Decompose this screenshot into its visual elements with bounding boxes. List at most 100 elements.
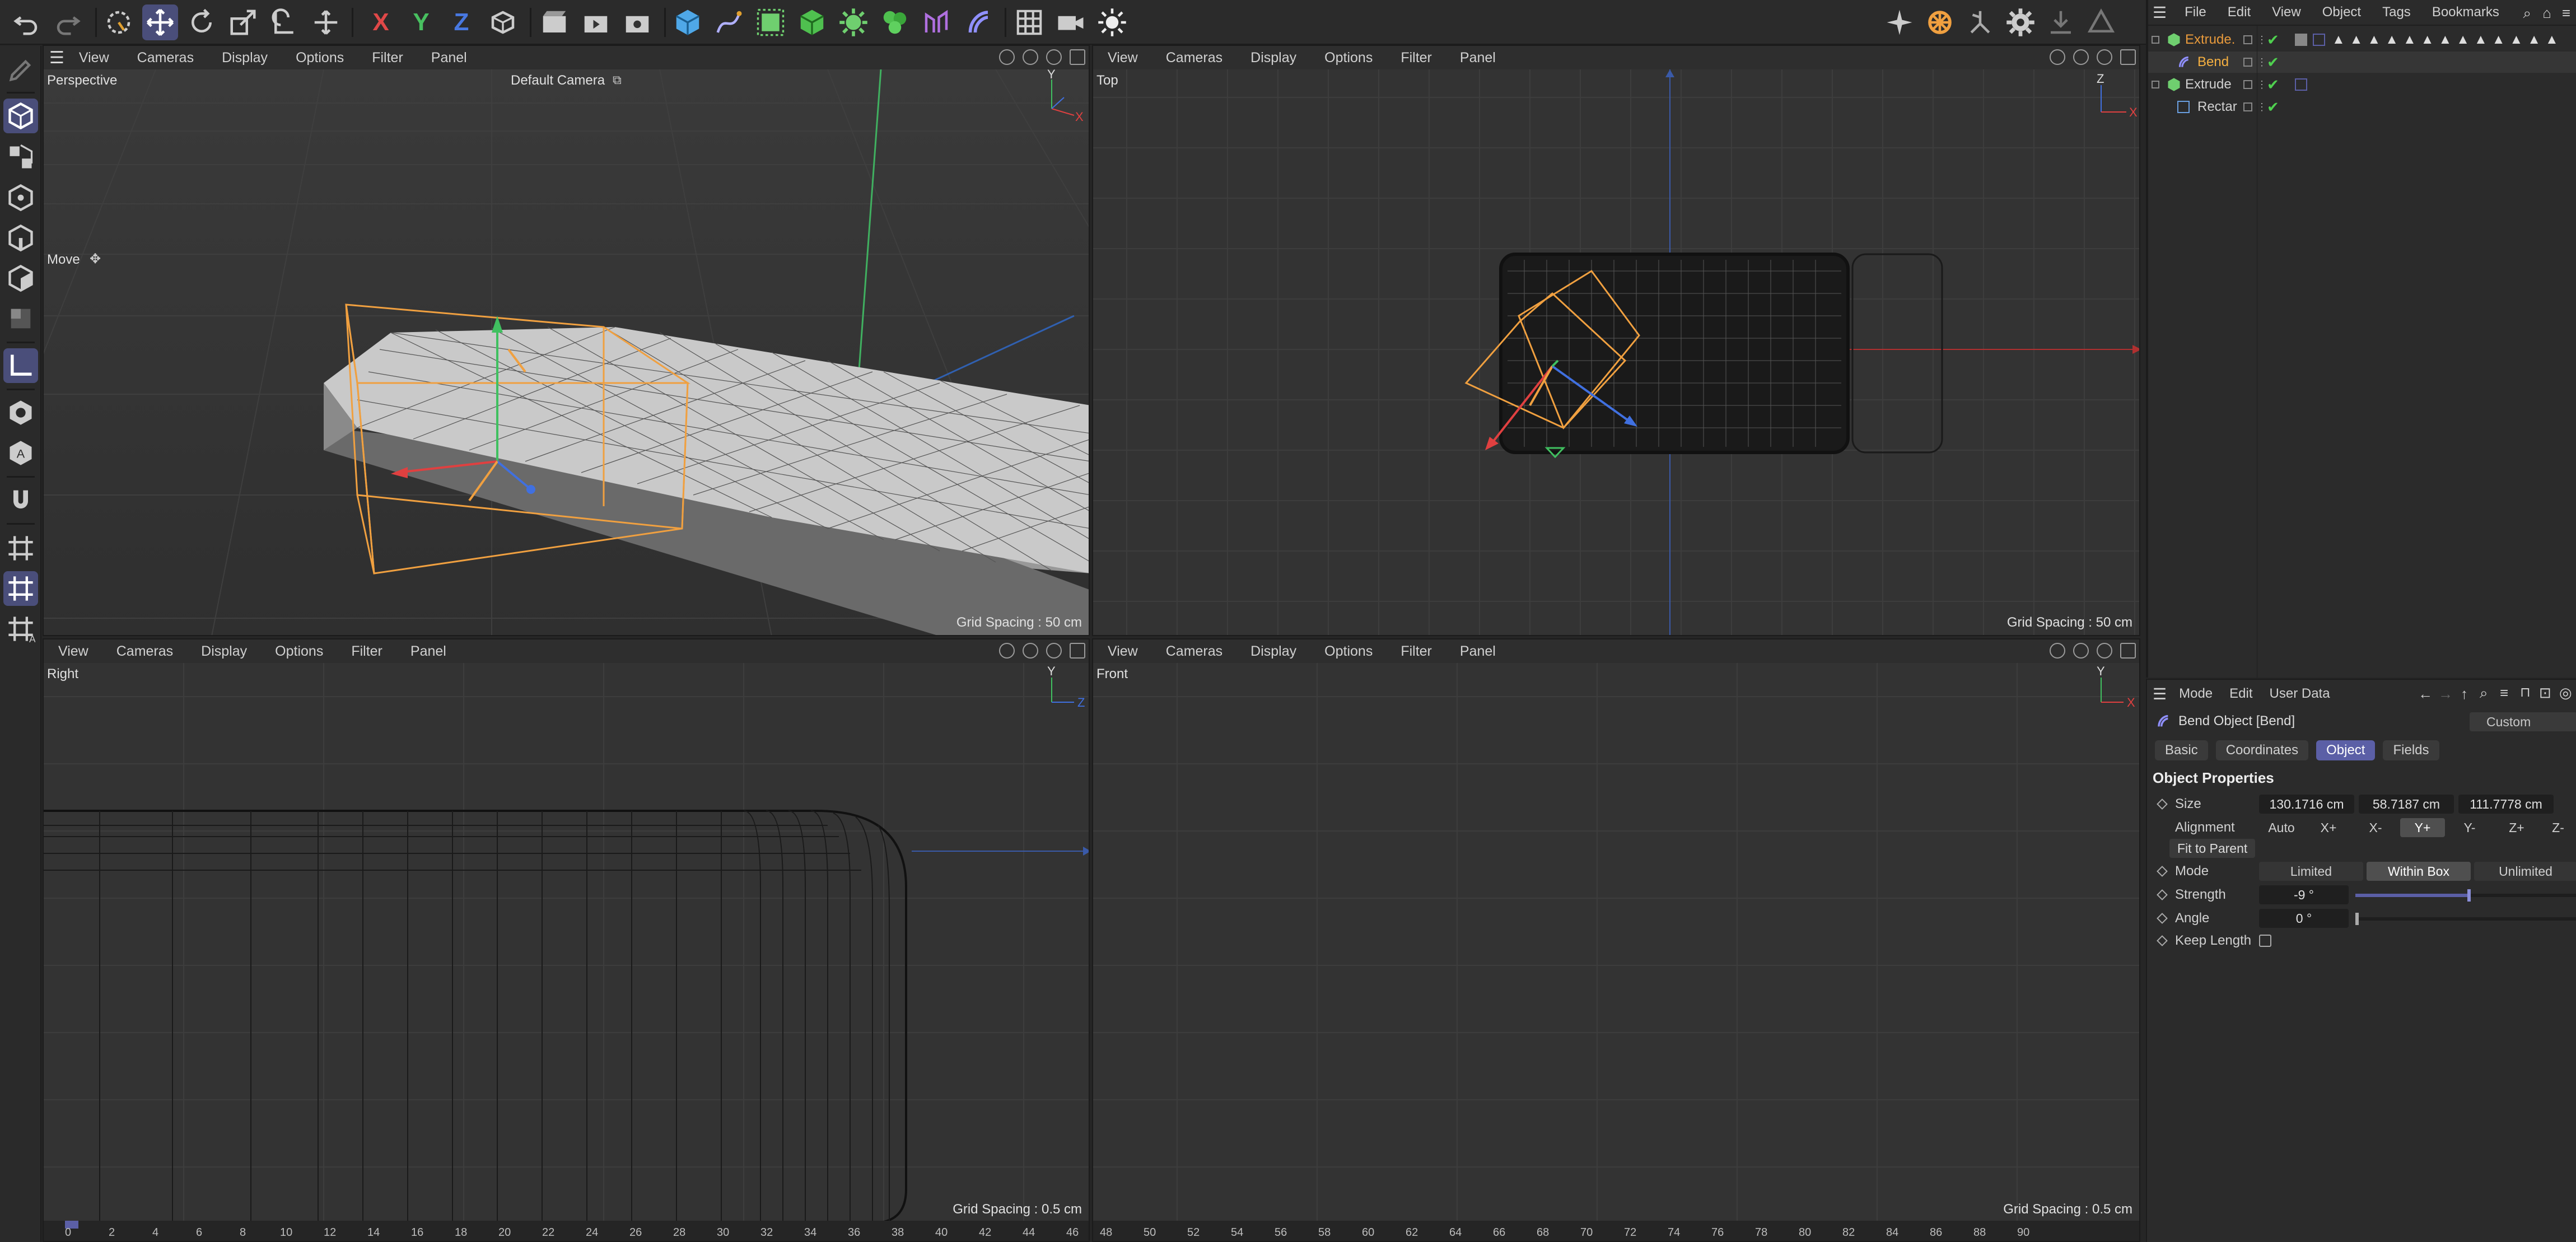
orbit-icon[interactable] — [1046, 643, 1062, 659]
cloner-icon[interactable] — [836, 4, 871, 40]
filter-icon[interactable]: ≡ — [2500, 684, 2508, 702]
character-joint-icon[interactable] — [1962, 4, 1998, 40]
pan-icon[interactable] — [2050, 643, 2065, 659]
enabled-check-icon[interactable]: ✔ — [2267, 76, 2279, 94]
planar-workplane-icon[interactable]: A — [3, 611, 38, 646]
om-menu-view[interactable]: View — [2272, 4, 2301, 20]
keyframe-diamond-icon[interactable] — [2157, 889, 2168, 900]
maximize-icon[interactable] — [1070, 643, 1085, 659]
edit-pen-icon[interactable] — [3, 53, 38, 87]
tab-coordinates[interactable]: Coordinates — [2215, 740, 2309, 760]
workplane-icon[interactable] — [2083, 4, 2119, 40]
om-row-label[interactable]: Bend — [2197, 54, 2229, 70]
align-y-minus[interactable]: Y- — [2447, 818, 2492, 837]
lock-icon[interactable]: ⊓ — [2520, 684, 2531, 701]
om-menu-icon[interactable]: ☰ — [2153, 3, 2167, 22]
points-mode-icon[interactable] — [3, 180, 38, 215]
angle-slider-handle[interactable] — [2355, 913, 2359, 925]
menu-display[interactable]: Display — [1250, 50, 1296, 66]
tweak-mode-icon[interactable] — [3, 395, 38, 430]
zoom-icon[interactable] — [1023, 643, 1038, 659]
camera-name[interactable]: Default Camera — [511, 73, 605, 88]
install-download-icon[interactable] — [2043, 4, 2079, 40]
menu-panel[interactable]: Panel — [1460, 50, 1496, 66]
collapse-toggle[interactable] — [2152, 36, 2159, 44]
tab-object[interactable]: Object — [2316, 740, 2376, 760]
size-y-field[interactable]: 58.7187 cm — [2359, 795, 2454, 814]
visibility-dots[interactable]: ⋮ — [2257, 57, 2267, 68]
phong-tag-icons[interactable]: ▲▲▲▲▲▲▲▲▲▲▲▲▲ — [2332, 32, 2563, 48]
menu-panel[interactable]: Panel — [431, 50, 467, 66]
menu-options[interactable]: Options — [296, 50, 344, 66]
om-row-label[interactable]: Extrude — [2185, 77, 2232, 92]
om-row-label[interactable]: Extrude. — [2185, 32, 2235, 48]
viewport-top[interactable]: View Cameras Display Options Filter Pane… — [1092, 45, 2140, 636]
om-home-icon[interactable]: ⌂ — [2542, 4, 2551, 22]
am-menu-icon[interactable]: ☰ — [2153, 685, 2167, 703]
menu-filter[interactable]: Filter — [1401, 643, 1432, 660]
om-filter-icon[interactable]: ≡ — [2562, 4, 2570, 22]
edges-mode-icon[interactable] — [3, 221, 38, 255]
am-menu-user-data[interactable]: User Data — [2270, 686, 2330, 702]
snap-magnet-icon[interactable] — [3, 483, 38, 517]
orbit-icon[interactable] — [2097, 643, 2112, 659]
up-arrow-icon[interactable]: ↑ — [2461, 685, 2468, 703]
pan-icon[interactable] — [999, 49, 1015, 65]
am-menu-edit[interactable]: Edit — [2229, 686, 2252, 702]
workplane-grid-icon[interactable] — [3, 531, 38, 566]
light-icon[interactable] — [1094, 4, 1130, 40]
solo-mode-icon[interactable]: A — [3, 436, 38, 470]
om-search-icon[interactable]: ⌕ — [2523, 4, 2531, 22]
keyframe-diamond-icon[interactable] — [2157, 913, 2168, 924]
transform-tool-icon[interactable] — [308, 4, 344, 40]
layer-box[interactable] — [2243, 102, 2252, 111]
menu-cameras[interactable]: Cameras — [1166, 50, 1222, 66]
menu-view[interactable]: View — [79, 50, 109, 66]
viewport-right[interactable]: View Cameras Display Options Filter Pane… — [43, 638, 1090, 1242]
viewport-menu-icon[interactable]: ☰ — [49, 48, 64, 68]
align-z-minus[interactable]: Z- — [2539, 818, 2576, 837]
menu-display[interactable]: Display — [201, 643, 247, 660]
menu-panel[interactable]: Panel — [410, 643, 446, 660]
menu-view[interactable]: View — [58, 643, 88, 660]
timeline-ruler[interactable]: 0 2 4 6 8 10 12 14 16 18 20 22 24 26 28 … — [44, 1221, 1089, 1241]
rotate-tool-icon[interactable] — [184, 4, 220, 40]
menu-filter[interactable]: Filter — [351, 643, 382, 660]
timeline-ruler[interactable]: 48 50 52 54 56 58 60 62 64 66 68 70 72 7… — [1093, 1221, 2139, 1241]
keyframe-diamond-icon[interactable] — [2157, 866, 2168, 877]
tag-icon[interactable] — [2313, 34, 2325, 46]
menu-filter[interactable]: Filter — [372, 50, 403, 66]
redshift-icon[interactable] — [1922, 4, 1958, 40]
menu-cameras[interactable]: Cameras — [1166, 643, 1222, 660]
tab-basic[interactable]: Basic — [2155, 740, 2208, 760]
spline-pen-icon[interactable] — [711, 4, 747, 40]
menu-options[interactable]: Options — [1324, 643, 1373, 660]
layer-box[interactable] — [2243, 80, 2252, 89]
camera-icon[interactable] — [1053, 4, 1089, 40]
tab-fields[interactable]: Fields — [2383, 740, 2439, 760]
y-axis-lock-button[interactable]: Y — [403, 4, 439, 40]
visibility-dots[interactable]: ⋮ — [2257, 34, 2267, 46]
move-tool-icon[interactable] — [142, 4, 178, 40]
menu-panel[interactable]: Panel — [1460, 643, 1496, 660]
floor-grid-icon[interactable] — [1011, 4, 1047, 40]
enabled-check-icon[interactable]: ✔ — [2267, 31, 2279, 49]
search-icon[interactable]: ⌕ — [2480, 684, 2488, 702]
strength-field[interactable]: -9 ° — [2259, 885, 2349, 904]
subdivision-surface-icon[interactable] — [753, 4, 788, 40]
angle-field[interactable]: 0 ° — [2259, 909, 2349, 928]
cube-object-icon[interactable] — [670, 4, 706, 40]
tag-icon[interactable] — [2295, 34, 2307, 46]
settings-icon[interactable]: ◎ — [2559, 684, 2572, 702]
layer-box[interactable] — [2243, 35, 2252, 44]
menu-display[interactable]: Display — [222, 50, 268, 66]
size-z-field[interactable]: 111.7778 cm — [2458, 795, 2554, 814]
model-mode-icon[interactable] — [3, 99, 38, 133]
collapse-toggle[interactable] — [2152, 81, 2159, 88]
keyframe-diamond-icon[interactable] — [2157, 935, 2168, 946]
menu-cameras[interactable]: Cameras — [116, 643, 173, 660]
pan-icon[interactable] — [999, 643, 1015, 659]
om-menu-object[interactable]: Object — [2322, 4, 2361, 20]
uv-mode-icon[interactable] — [3, 301, 38, 336]
forward-arrow-icon[interactable]: → — [2438, 685, 2453, 703]
